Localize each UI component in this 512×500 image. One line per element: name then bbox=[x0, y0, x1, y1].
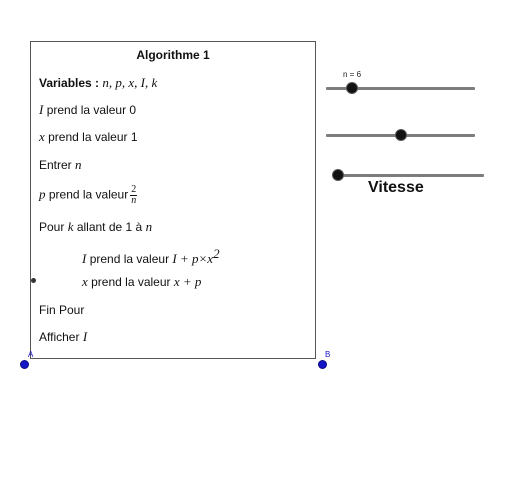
variables-list: n, p, x, I, k bbox=[102, 75, 158, 90]
line-keyword: Fin Pour bbox=[39, 303, 85, 317]
fraction: 2n bbox=[130, 185, 138, 206]
point-b-label: B bbox=[325, 350, 331, 359]
variables-label: Variables : bbox=[39, 76, 100, 90]
variables-line: Variables : n, p, x, I, k bbox=[39, 75, 157, 91]
line-text: prend la valeur bbox=[91, 275, 171, 289]
algo-line-6: I prend la valeur I + p×x2 bbox=[82, 246, 220, 267]
point-a-label: A bbox=[28, 350, 34, 359]
line-marker-dot bbox=[31, 278, 36, 283]
slider-2-knob[interactable] bbox=[395, 129, 407, 141]
vitesse-label: Vitesse bbox=[368, 179, 424, 196]
line-text: prend la valeur bbox=[48, 187, 129, 202]
line-keyword: Entrer bbox=[39, 158, 72, 172]
var-n: n bbox=[145, 219, 153, 234]
slider-vitesse-knob[interactable] bbox=[332, 169, 344, 181]
slider-vitesse-track[interactable] bbox=[333, 174, 484, 177]
var-p: p bbox=[39, 186, 46, 202]
line-text: allant de 1 à bbox=[76, 220, 143, 234]
algorithm-box: Algorithme 1 Variables : n, p, x, I, k I… bbox=[30, 41, 316, 359]
var-I: I bbox=[82, 329, 88, 344]
var-x: x bbox=[82, 274, 88, 289]
algo-line-2: x prend la valeur 1 bbox=[39, 129, 138, 145]
line-text: prend la valeur 0 bbox=[46, 103, 137, 117]
algo-line-9: Afficher I bbox=[39, 329, 87, 345]
expression: I + p×x bbox=[172, 251, 214, 266]
fraction-denominator: n bbox=[131, 195, 137, 206]
algo-line-5: Pour k allant de 1 à n bbox=[39, 219, 152, 235]
algorithm-title: Algorithme 1 bbox=[136, 48, 210, 62]
exponent: 2 bbox=[213, 246, 220, 261]
var-k: k bbox=[67, 219, 74, 234]
slider-n-label: n = 6 bbox=[343, 70, 362, 79]
point-a[interactable] bbox=[20, 360, 29, 369]
line-keyword: Afficher bbox=[39, 330, 80, 344]
var-x: x bbox=[39, 129, 45, 144]
line-text: prend la valeur 1 bbox=[48, 130, 138, 144]
algo-line-1: I prend la valeur 0 bbox=[39, 102, 136, 118]
var-I: I bbox=[82, 251, 87, 266]
algo-line-8: Fin Pour bbox=[39, 302, 84, 318]
var-n: n bbox=[75, 157, 82, 172]
algo-line-3: Entrer n bbox=[39, 157, 82, 173]
algo-line-7: x prend la valeur x + p bbox=[82, 274, 201, 290]
var-I: I bbox=[39, 102, 44, 117]
line-text: prend la valeur bbox=[89, 252, 170, 266]
point-b[interactable] bbox=[318, 360, 327, 369]
algo-line-4: p prend la valeur 2 n bbox=[39, 185, 138, 206]
line-keyword: Pour bbox=[39, 220, 65, 234]
expression: x + p bbox=[173, 274, 202, 289]
slider-n-knob[interactable] bbox=[346, 82, 358, 94]
